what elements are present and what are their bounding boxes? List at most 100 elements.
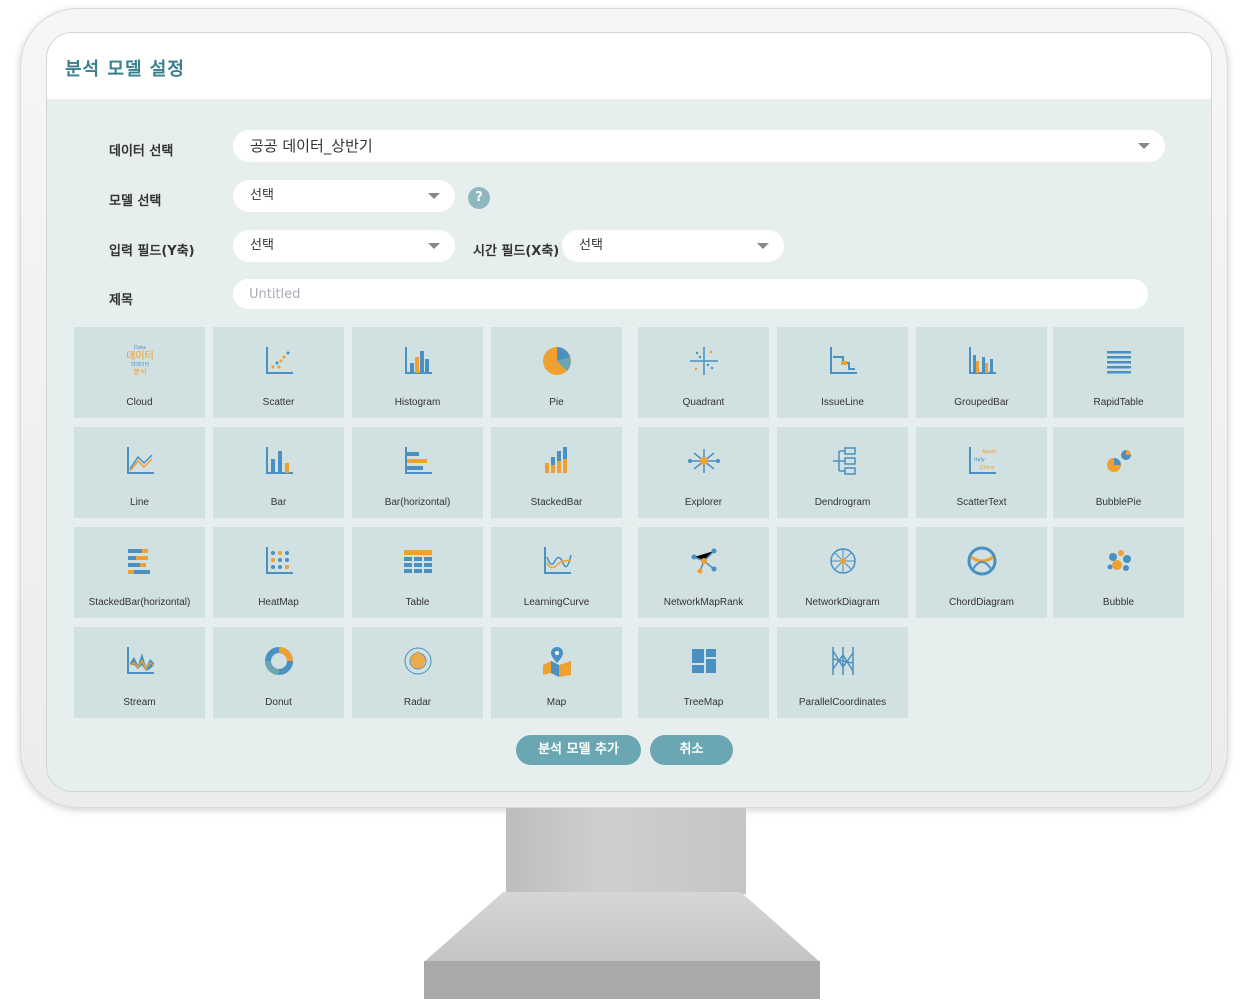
- svg-text:데이터: 데이터: [126, 350, 154, 362]
- quadrant-icon: [686, 343, 722, 379]
- chart-tile-bubblepie[interactable]: BubblePie: [1053, 427, 1184, 518]
- stream-icon: [122, 643, 158, 679]
- table-icon: [400, 543, 436, 579]
- stackedbar-icon: [539, 443, 575, 479]
- bubble-icon: [1101, 543, 1137, 579]
- chart-tile-dendrogram[interactable]: Dendrogram: [777, 427, 908, 518]
- tile-label: Radar: [403, 697, 432, 708]
- chart-tile-networkdiagram[interactable]: NetworkDiagram: [777, 527, 908, 618]
- x-field-label: 시간 필드(X축): [473, 244, 560, 259]
- tile-label: BubblePie: [1095, 497, 1142, 508]
- chart-tile-parallelcoordinates[interactable]: ParallelCoordinates: [777, 627, 908, 718]
- svg-text:Italy: Italy: [974, 457, 985, 463]
- chevron-down-icon: [428, 243, 440, 249]
- tile-label: TreeMap: [683, 697, 724, 708]
- parallelcoordinates-icon: [825, 643, 861, 679]
- title-input[interactable]: [233, 279, 1148, 309]
- monitor-stand-neck: [506, 808, 746, 894]
- chart-tile-radar[interactable]: Radar: [352, 627, 483, 718]
- treemap-icon: [686, 643, 722, 679]
- chart-tile-histogram[interactable]: Histogram: [352, 327, 483, 418]
- chart-tile-bar[interactable]: Bar: [213, 427, 344, 518]
- tile-label: ScatterText: [956, 497, 1007, 508]
- bubblepie-icon: [1101, 443, 1137, 479]
- chart-tile-issueline[interactable]: IssueLine: [777, 327, 908, 418]
- radar-icon: [400, 643, 436, 679]
- monitor-stand-base: [424, 892, 820, 962]
- chart-tile-learningcurve[interactable]: LearningCurve: [491, 527, 622, 618]
- chart-tile-treemap[interactable]: TreeMap: [638, 627, 769, 718]
- chart-tile-quadrant[interactable]: Quadrant: [638, 327, 769, 418]
- map-icon: [539, 643, 575, 679]
- tile-label: StackedBar: [530, 497, 583, 508]
- tile-label: IssueLine: [821, 397, 864, 408]
- chart-tile-chorddiagram[interactable]: ChordDiagram: [916, 527, 1047, 618]
- dialog-header: 분석 모델 설정: [47, 33, 1211, 99]
- cloud-icon: Data 데이터 빅데이터 분석: [122, 343, 158, 379]
- chart-tile-rapidtable[interactable]: RapidTable: [1053, 327, 1184, 418]
- model-select[interactable]: 선택: [233, 180, 455, 212]
- chart-tile-scatter[interactable]: Scatter: [213, 327, 344, 418]
- tile-label: StackedBar(horizontal): [88, 597, 191, 608]
- help-icon[interactable]: ?: [468, 187, 490, 209]
- chart-tile-heatmap[interactable]: HeatMap: [213, 527, 344, 618]
- dendrogram-icon: [825, 443, 861, 479]
- x-field-value: 선택: [579, 238, 603, 253]
- tile-label: LearningCurve: [523, 597, 590, 608]
- tile-label: NetworkMapRank: [663, 597, 744, 608]
- chart-tile-map[interactable]: Map: [491, 627, 622, 718]
- bar-icon: [261, 443, 297, 479]
- y-field-value: 선택: [250, 238, 274, 253]
- heatmap-icon: [261, 543, 297, 579]
- data-select-label: 데이터 선택: [109, 144, 174, 159]
- stackedbar-horizontal-icon: [122, 543, 158, 579]
- chart-tile-scattertext[interactable]: Apple Italy China ScatterText: [916, 427, 1047, 518]
- chart-tile-networkmaprank[interactable]: NetworkMapRank: [638, 527, 769, 618]
- title-label: 제목: [109, 293, 133, 308]
- tile-label: Donut: [265, 697, 292, 708]
- chart-tile-stream[interactable]: Stream: [74, 627, 205, 718]
- y-field-select[interactable]: 선택: [233, 230, 455, 262]
- tile-label: Bar(horizontal): [384, 497, 451, 508]
- tile-label: HeatMap: [258, 597, 299, 608]
- chart-tile-pie[interactable]: Pie: [491, 327, 622, 418]
- cancel-button[interactable]: 취소: [650, 735, 733, 765]
- chart-tile-line[interactable]: Line: [74, 427, 205, 518]
- chart-tile-donut[interactable]: Donut: [213, 627, 344, 718]
- model-select-label: 모델 선택: [109, 194, 162, 209]
- tile-label: Scatter: [262, 397, 295, 408]
- chevron-down-icon: [757, 243, 769, 249]
- chart-tile-cloud[interactable]: Data 데이터 빅데이터 분석 Cloud: [74, 327, 205, 418]
- dialog-window: 분석 모델 설정 데이터 선택 공공 데이터_상반기 모델 선택 선택 ? 입력…: [46, 32, 1212, 792]
- tile-label: Histogram: [394, 397, 441, 408]
- explorer-icon: [686, 443, 722, 479]
- data-select[interactable]: 공공 데이터_상반기: [233, 130, 1165, 162]
- svg-text:분석: 분석: [133, 367, 146, 376]
- tile-label: Dendrogram: [814, 497, 871, 508]
- chart-tile-stackedbar-horizontal[interactable]: StackedBar(horizontal): [74, 527, 205, 618]
- tile-label: NetworkDiagram: [805, 597, 880, 608]
- chart-tile-bar-horizontal[interactable]: Bar(horizontal): [352, 427, 483, 518]
- tile-label: Line: [130, 497, 149, 508]
- chart-tile-bubble[interactable]: Bubble: [1053, 527, 1184, 618]
- dialog-title: 분석 모델 설정: [65, 59, 185, 80]
- pie-icon: [539, 343, 575, 379]
- tile-label: Table: [405, 597, 430, 608]
- tile-label: Cloud: [126, 397, 153, 408]
- svg-text:China: China: [980, 465, 994, 471]
- x-field-select[interactable]: 선택: [562, 230, 784, 262]
- chart-tile-stackedbar[interactable]: StackedBar: [491, 427, 622, 518]
- tile-label: Pie: [549, 397, 564, 408]
- chorddiagram-icon: [964, 543, 1000, 579]
- rapidtable-icon: [1101, 343, 1137, 379]
- add-model-button[interactable]: 분석 모델 추가: [516, 735, 641, 765]
- chart-tile-groupedbar[interactable]: GroupedBar: [916, 327, 1047, 418]
- tile-label: ChordDiagram: [948, 597, 1015, 608]
- tile-label: Map: [546, 697, 567, 708]
- tile-label: GroupedBar: [954, 397, 1009, 408]
- chart-tile-table[interactable]: Table: [352, 527, 483, 618]
- chart-tile-explorer[interactable]: Explorer: [638, 427, 769, 518]
- histogram-icon: [400, 343, 436, 379]
- scattertext-icon: Apple Italy China: [964, 443, 1000, 479]
- line-icon: [122, 443, 158, 479]
